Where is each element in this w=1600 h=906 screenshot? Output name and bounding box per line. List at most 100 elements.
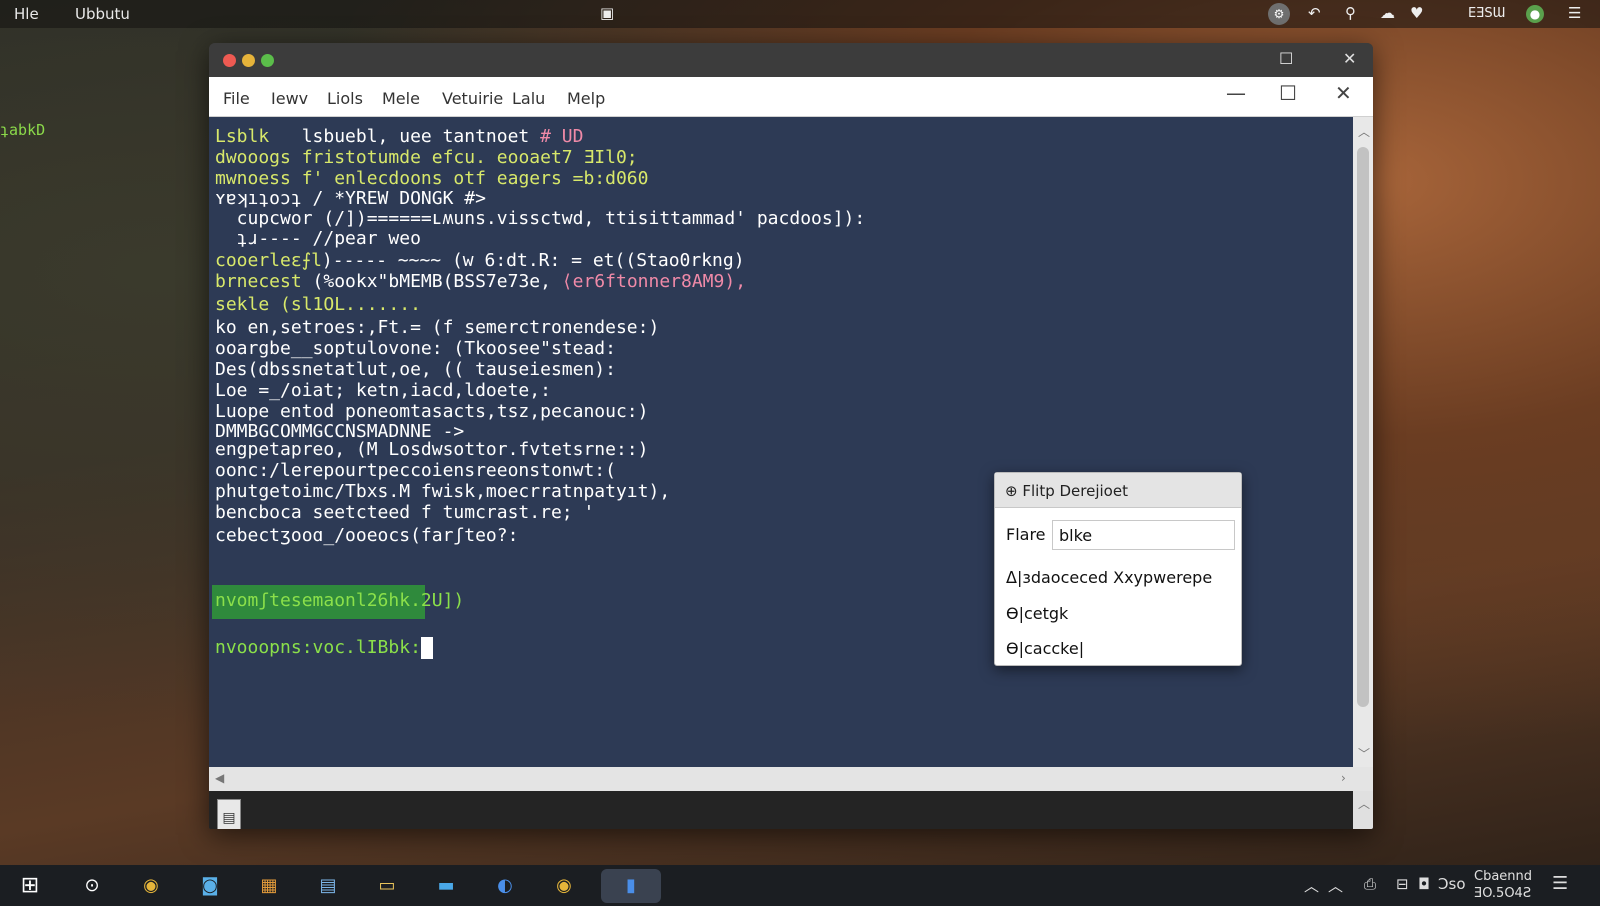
menu-bar: File Iewv Liols Mele Vetuirie Lalu Melp … bbox=[209, 77, 1373, 117]
prompt-text: nvooopns:voc.lIBbk: bbox=[215, 637, 421, 658]
chrome-icon[interactable]: ◉ bbox=[134, 869, 168, 903]
browser-icon[interactable]: ◐ bbox=[488, 869, 522, 903]
chevron-up-icon[interactable]: ︿ bbox=[1304, 875, 1319, 896]
bottom-pane[interactable]: ▤ bbox=[209, 791, 1353, 829]
cloud-icon[interactable]: ☁ bbox=[1380, 4, 1395, 22]
vertical-scrollbar[interactable]: ︿ ﹀ bbox=[1353, 117, 1373, 767]
terminal-text-segment: )----- ~~~~ (w 6:dt.R: = et((Stao0rkng) bbox=[321, 250, 745, 271]
office-icon[interactable]: ▦ bbox=[252, 869, 286, 903]
menu-icon[interactable]: ☰ bbox=[1568, 4, 1581, 22]
scroll-right-icon[interactable]: › bbox=[1341, 771, 1346, 785]
terminal-text-segment: cebectʒooɑ_/ooeocs(farʃteo?: bbox=[215, 525, 519, 546]
terminal-line: phutgetoimc/Tbxs.M fwisk,moecrratnpatyıt… bbox=[215, 482, 670, 502]
chevron-up-icon-2[interactable]: ︿ bbox=[1328, 875, 1343, 896]
volume-icon[interactable]: ◘ bbox=[1418, 875, 1430, 893]
bottom-pane-scrollbar[interactable]: ︿ ﹀ bbox=[1353, 791, 1373, 829]
scroll-down-icon[interactable]: ﹀ bbox=[1358, 745, 1370, 762]
document-app-icon[interactable]: ▮ bbox=[601, 869, 661, 903]
minimize-dot-icon[interactable] bbox=[242, 54, 255, 67]
minimize-icon[interactable]: — bbox=[1226, 81, 1246, 105]
menu-help[interactable]: Melp bbox=[567, 89, 605, 108]
terminal-text-segment: ʏɐʞıʇoɔʇ / *YREW DONGK #> bbox=[215, 188, 486, 209]
chrome-icon-2[interactable]: ◉ bbox=[547, 869, 581, 903]
text-cursor bbox=[420, 637, 433, 659]
terminal-text-segment: Loe =_/oiat; ketn,iacd,ldoete,: bbox=[215, 380, 551, 401]
terminal-text-segment: phutgetoimc/Tbxs.M fwisk,moecrratnpatyıt… bbox=[215, 481, 671, 502]
terminal-line: ooargbe__soptulovone: (Tkoosee"stead: bbox=[215, 339, 616, 359]
menu-vertical[interactable]: Vetuirie bbox=[442, 89, 503, 108]
dialog-title[interactable]: ⊕ Flitp Derejioet bbox=[995, 473, 1241, 508]
find-input[interactable] bbox=[1052, 520, 1235, 550]
horizontal-scrollbar[interactable]: ◀ › bbox=[209, 767, 1373, 791]
clock[interactable]: Cbaennd ƎO.5O4Ƨ bbox=[1474, 868, 1532, 902]
activities-icon[interactable]: ▣ bbox=[600, 4, 614, 22]
option-check[interactable]: Ɵ|cetgk bbox=[1006, 604, 1068, 623]
terminal-text-segment: dwooogs bbox=[215, 147, 302, 168]
find-dialog: ⊕ Flitp Derejioet Flare ᐃ|ɜdaoceced Xxyp… bbox=[994, 472, 1242, 666]
settings-icon[interactable]: ⚙ bbox=[1268, 3, 1290, 25]
status-indicator-icon[interactable]: ● bbox=[1526, 5, 1544, 23]
top-panel-left-label[interactable]: Hle bbox=[14, 5, 39, 23]
back-icon[interactable]: ↶ bbox=[1308, 4, 1321, 22]
bottom-scroll-up-icon[interactable]: ︿ bbox=[1358, 795, 1370, 812]
files-icon[interactable]: ▤ bbox=[311, 869, 345, 903]
clock-date: ƎO.5O4Ƨ bbox=[1474, 886, 1532, 901]
menu-lalu[interactable]: Lalu bbox=[512, 89, 545, 108]
terminal-line: Luope entod poneomtasacts,tsz,pecanouc:) bbox=[215, 402, 648, 422]
terminal-text-segment: oonc:/lerepourtpeccoiensreeonstonwt:( bbox=[215, 460, 616, 481]
settings-app-icon[interactable]: ⊙ bbox=[75, 869, 109, 903]
search-icon[interactable]: ⚲ bbox=[1345, 4, 1356, 22]
network-icon[interactable]: ⊟ bbox=[1396, 875, 1409, 893]
terminal-text-segment: ooargbe__soptulovone: (Tkoosee"stead: bbox=[215, 338, 616, 359]
menu-file[interactable]: File bbox=[223, 89, 250, 108]
top-panel: Hle Ubbutu ▣ ⚙ ↶ ⚲ ☁ ♥ EƎSƜ ● ☰ bbox=[0, 0, 1600, 28]
terminal-text-segment: engpetapreo, (M Losdwsottor.fvtetsrne::) bbox=[215, 439, 649, 460]
close-dot-icon[interactable] bbox=[223, 54, 236, 67]
terminal-text-segment: ⟨er6ftonner8AM9), bbox=[561, 271, 747, 292]
terminal-text-segment: Des(dbssnetatlut,oe, (( tauseiesmen): bbox=[215, 359, 616, 380]
folder-icon[interactable]: ▭ bbox=[370, 869, 404, 903]
highlighted-line: nvomʃtesemaonl26hk.2U]) bbox=[215, 590, 465, 611]
clock-time: Cbaennd bbox=[1474, 869, 1533, 884]
restore-icon[interactable]: ☐ bbox=[1279, 49, 1293, 68]
terminal-text-segment: bencboca seetcteed f tumcrast.re; ' bbox=[215, 502, 595, 523]
scroll-thumb[interactable] bbox=[1357, 147, 1369, 707]
terminal-text-segment: brnecest bbox=[215, 271, 302, 292]
terminal-line: cooerleɛ⨍l)----- ~~~~ (w 6:dt.R: = et((S… bbox=[215, 251, 745, 271]
terminal-line: oonc:/lerepourtpeccoiensreeonstonwt:( bbox=[215, 461, 616, 481]
app-name[interactable]: Ubbutu bbox=[75, 5, 130, 23]
menu-mode[interactable]: Mele bbox=[382, 89, 420, 108]
window-titlebar[interactable]: ☐ ✕ bbox=[209, 43, 1373, 77]
notifications-icon[interactable]: ☰ bbox=[1552, 873, 1568, 894]
terminal-line: ko en,setroes:,Ft.= (f semerctronendese:… bbox=[215, 318, 659, 338]
scroll-left-icon[interactable]: ◀ bbox=[215, 771, 224, 785]
terminal-window: ☐ ✕ File Iewv Liols Mele Vetuirie Lalu M… bbox=[209, 43, 1373, 829]
folder-blue-icon[interactable]: ▬ bbox=[429, 869, 463, 903]
printer-icon[interactable]: ⎙ bbox=[1364, 875, 1376, 893]
option-advanced[interactable]: ᐃ|ɜdaoceced Xxypwerepe bbox=[1006, 568, 1212, 587]
terminal-text-segment: (%ookx"bMEMB(BSS7e73e, bbox=[301, 271, 562, 292]
terminal-text-segment: f' enlecdoons otf eagers =b:d060 bbox=[301, 168, 649, 189]
maximize-dot-icon[interactable] bbox=[261, 54, 274, 67]
menu-tools[interactable]: Liols bbox=[327, 89, 363, 108]
terminal-line: bencboca seetcteed f tumcrast.re; ' bbox=[215, 503, 594, 523]
terminal-text-segment: lsbuebl, uee tantnoet bbox=[269, 126, 541, 147]
terminal-line: dwooogs fristotumde efcu. eooaet7 ƎIl0; bbox=[215, 148, 638, 168]
start-menu-icon[interactable]: ⊞ bbox=[13, 869, 47, 903]
terminal-text-segment: # UD bbox=[540, 126, 584, 147]
close-pane-icon[interactable]: ✕ bbox=[1335, 81, 1352, 105]
shield-icon[interactable]: ♥ bbox=[1410, 4, 1423, 22]
prompt-line[interactable]: nvooopns:voc.lIBbk: bbox=[215, 637, 433, 659]
option-cancel[interactable]: Ɵ|caccke| bbox=[1006, 639, 1084, 658]
camera-icon[interactable]: ◙ bbox=[193, 869, 227, 903]
terminal-text-segment: cupcwor (/])======ʟʍuns.vissctwd, ttisit… bbox=[215, 208, 866, 229]
close-icon[interactable]: ✕ bbox=[1343, 49, 1356, 68]
terminal-line: Des(dbssnetatlut,oe, (( tauseiesmen): bbox=[215, 360, 616, 380]
maximize-icon[interactable]: ☐ bbox=[1279, 81, 1297, 105]
terminal-line: mwnoess f' enlecdoons otf eagers =b:d060 bbox=[215, 169, 648, 189]
scroll-up-icon[interactable]: ︿ bbox=[1358, 123, 1370, 140]
document-icon[interactable]: ▤ bbox=[217, 799, 241, 829]
tray-status-text: EƎSƜ bbox=[1468, 6, 1506, 21]
menu-view[interactable]: Iewv bbox=[271, 89, 308, 108]
terminal-output[interactable]: nvomʃtesemaonl26hk.2U]) nvooopns:voc.lIB… bbox=[209, 117, 1353, 767]
